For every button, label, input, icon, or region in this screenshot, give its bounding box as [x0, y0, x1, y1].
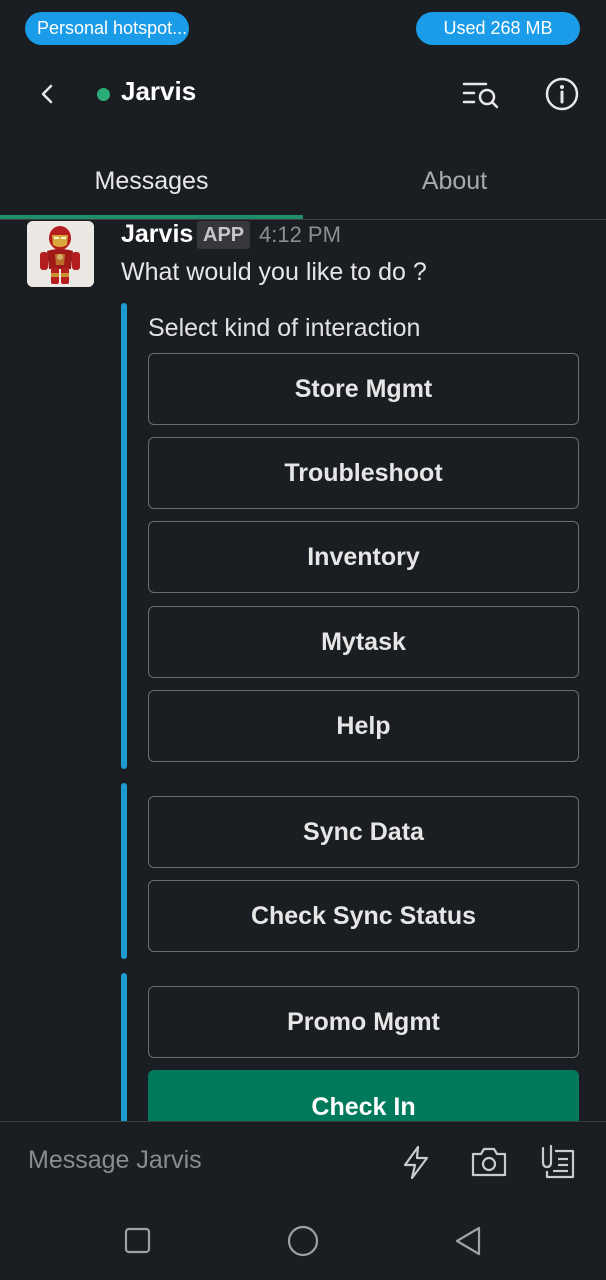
shortcuts-button[interactable]	[396, 1142, 436, 1182]
active-tab-indicator	[0, 215, 303, 219]
presence-indicator	[97, 88, 110, 101]
store-mgmt-button[interactable]: Store Mgmt	[148, 353, 579, 425]
data-usage-badge[interactable]: Used 268 MB	[416, 12, 580, 45]
sync-data-button[interactable]: Sync Data	[148, 796, 579, 868]
channel-header: Jarvis	[0, 58, 606, 130]
inventory-button[interactable]: Inventory	[148, 521, 579, 593]
tab-about[interactable]: About	[303, 148, 606, 220]
attachment-bar	[121, 783, 127, 959]
chevron-left-icon	[41, 84, 53, 104]
ironman-avatar-icon	[27, 221, 94, 287]
message-timestamp: 4:12 PM	[259, 222, 341, 247]
square-icon	[124, 1227, 151, 1254]
message-composer: Message Jarvis	[0, 1121, 606, 1203]
triangle-back-icon	[455, 1226, 481, 1256]
block-label: Select kind of interaction	[148, 314, 421, 342]
back-button[interactable]	[30, 74, 64, 114]
tab-messages[interactable]: Messages	[0, 148, 303, 220]
troubleshoot-button[interactable]: Troubleshoot	[148, 437, 579, 509]
home-button[interactable]	[285, 1223, 321, 1259]
attach-file-button[interactable]	[539, 1142, 579, 1182]
check-in-button[interactable]: Check In	[148, 1070, 579, 1122]
message-text: What would you like to do ?	[121, 258, 427, 286]
channel-title: Jarvis	[121, 76, 197, 106]
message-input[interactable]: Message Jarvis	[28, 1146, 202, 1175]
attachment-bar	[121, 973, 127, 1133]
file-attach-icon	[541, 1144, 575, 1179]
camera-icon	[471, 1147, 507, 1177]
camera-button[interactable]	[469, 1142, 509, 1182]
check-sync-status-button[interactable]: Check Sync Status	[148, 880, 579, 952]
attachment-bar	[121, 303, 127, 769]
circle-icon	[287, 1225, 319, 1257]
message-sender[interactable]: Jarvis	[121, 220, 193, 249]
promo-mgmt-button[interactable]: Promo Mgmt	[148, 986, 579, 1058]
status-bar: Personal hotspot... Used 268 MB	[0, 0, 606, 58]
back-nav-button[interactable]	[450, 1223, 486, 1259]
recents-button[interactable]	[120, 1223, 156, 1259]
help-button[interactable]: Help	[148, 690, 579, 762]
system-nav-bar	[0, 1203, 606, 1280]
search-list-icon	[462, 82, 499, 109]
channel-info-button[interactable]	[542, 73, 584, 115]
hotspot-badge[interactable]: Personal hotspot...	[25, 12, 189, 45]
app-badge: APP	[197, 221, 251, 249]
mytask-button[interactable]: Mytask	[148, 606, 579, 678]
search-in-channel-button[interactable]	[460, 73, 502, 115]
lightning-icon	[403, 1145, 429, 1180]
tab-bar: Messages About	[0, 148, 606, 220]
avatar[interactable]	[27, 221, 94, 287]
info-icon	[545, 77, 579, 111]
